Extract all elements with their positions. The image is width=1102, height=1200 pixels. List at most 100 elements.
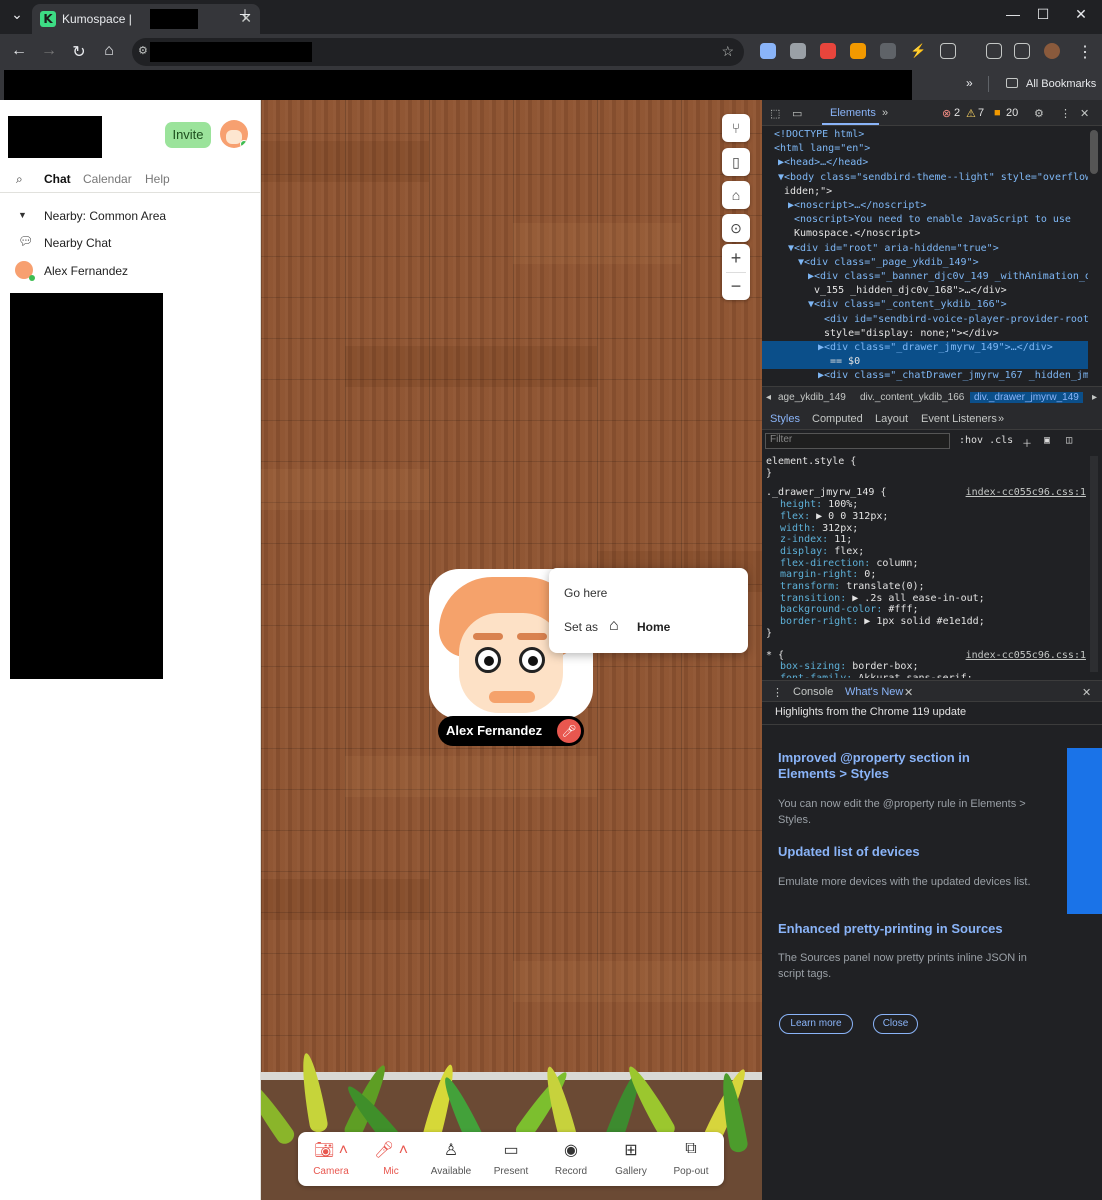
dom-node-line[interactable]: == $0 (762, 355, 1088, 370)
dom-node-line[interactable]: ▼<div class="_page_ykdib_149"> (762, 256, 1088, 270)
issue-count[interactable]: 20 (1006, 107, 1018, 119)
style-declaration[interactable]: flex: ▶ 0 0 312px; (766, 511, 1088, 523)
dom-scrollbar[interactable] (1090, 130, 1098, 174)
puzzle-icon[interactable] (940, 43, 956, 59)
device-toggle-icon[interactable]: ▭ (792, 107, 802, 120)
breadcrumb-item-selected[interactable]: div._drawer_jmyrw_149 (970, 392, 1083, 403)
issues-icon[interactable]: ■ (994, 107, 1001, 119)
whats-new-item-title[interactable]: Improved @property section in Elements >… (778, 750, 1018, 782)
style-declaration[interactable]: flex-direction: column; (766, 558, 1088, 570)
hov-cls-toggles[interactable]: :hov .cls (959, 435, 1013, 446)
dom-node-line[interactable]: ▼<div id="root" aria-hidden="true"> (762, 242, 1088, 256)
dom-node-line[interactable]: style="display: none;"></div> (762, 327, 1088, 341)
sidebar-toggle-icon[interactable]: ◫ (1066, 435, 1072, 446)
style-declaration[interactable]: box-sizing: border-box; (766, 661, 1088, 673)
address-bar[interactable]: ⚙ ☆ (132, 38, 744, 66)
forward-icon[interactable]: → (38, 42, 60, 60)
extension-icon[interactable] (760, 43, 776, 59)
present-button[interactable]: ▭ Present (481, 1132, 541, 1186)
back-icon[interactable]: ← (8, 42, 30, 60)
style-source-link[interactable]: index-cc055c96.css:1 (966, 487, 1086, 499)
more-options-icon[interactable]: ⋮ (1060, 107, 1071, 120)
caret-down-icon[interactable]: ▼ (18, 210, 27, 220)
user-avatar[interactable] (220, 120, 248, 148)
map-icon[interactable]: ▯ (722, 148, 750, 176)
style-declaration[interactable]: z-index: 11; (766, 534, 1088, 546)
style-declaration[interactable]: * {index-cc055c96.css:1 (766, 650, 1088, 662)
style-declaration[interactable]: transform: translate(0); (766, 581, 1088, 593)
close-window-icon[interactable]: ✕ (1066, 6, 1096, 23)
style-declaration[interactable]: margin-right: 0; (766, 569, 1088, 581)
style-declaration[interactable]: } (766, 628, 1088, 640)
learn-more-button[interactable]: Learn more (779, 1014, 853, 1034)
dom-node-line[interactable]: ▶<div class="_banner_djc0v_149 _withAnim… (762, 270, 1088, 284)
close-devtools-icon[interactable]: ✕ (1080, 107, 1089, 120)
style-declaration[interactable]: width: 312px; (766, 523, 1088, 535)
maximize-icon[interactable]: ☐ (1028, 6, 1058, 23)
dom-node-line[interactable]: ▼<body class="sendbird-theme--light" sty… (762, 171, 1088, 185)
dom-node-line[interactable]: Kumospace.</noscript> (762, 227, 1088, 241)
style-declaration[interactable]: display: flex; (766, 546, 1088, 558)
dom-node-line[interactable]: ▶<div class="_drawer_jmyrw_149">…</div> (762, 341, 1088, 355)
breadcrumb-item[interactable]: div._content_ykdib_166 (860, 392, 964, 403)
home-icon[interactable]: ⌂ (609, 617, 619, 635)
minimize-icon[interactable]: — (998, 6, 1028, 22)
dom-node-line[interactable]: ▼<div class="_content_ykdib_166"> (762, 298, 1088, 312)
more-tabs-icon[interactable]: » (882, 107, 888, 119)
styles-scrollbar[interactable] (1090, 456, 1098, 672)
tab-search-icon[interactable]: ⌄ (2, 6, 32, 23)
tab-elements[interactable]: Elements (830, 107, 876, 119)
style-source-link[interactable]: index-cc055c96.css:1 (966, 650, 1086, 662)
list-item-nearby-chat[interactable]: 💬︎ Nearby Chat (0, 232, 261, 254)
tab-chat[interactable]: Chat (44, 172, 71, 186)
gallery-button[interactable]: ⊞ Gallery (601, 1132, 661, 1186)
new-tab-icon[interactable]: ＋ (230, 5, 260, 25)
extension-icon[interactable] (790, 43, 806, 59)
tab-calendar[interactable]: Calendar (83, 172, 132, 186)
list-item-alex-fernandez[interactable]: Alex Fernandez (0, 260, 261, 282)
style-declaration[interactable]: font-family: Akkurat,sans-serif; (766, 673, 1088, 678)
tab-whats-new[interactable]: What's New (845, 686, 903, 698)
furniture-icon[interactable]: ⑂ (722, 114, 750, 142)
dom-node-line[interactable]: <!DOCTYPE html> (762, 128, 1088, 142)
style-declaration[interactable]: } (766, 468, 1088, 480)
style-declaration[interactable]: background-color: #fff; (766, 604, 1088, 616)
close-whats-new-icon[interactable]: ✕ (904, 686, 913, 699)
inspect-icon[interactable]: ⬚ (770, 107, 780, 120)
add-rule-icon[interactable]: ＋ (1022, 435, 1032, 450)
warning-count[interactable]: 7 (978, 107, 984, 119)
close-drawer-icon[interactable]: ✕ (1082, 686, 1091, 699)
side-panel-icon[interactable] (1014, 43, 1030, 59)
crumb-left-icon[interactable]: ◂ (766, 392, 771, 403)
search-icon[interactable]: ⌕ (16, 172, 23, 187)
tab-layout[interactable]: Layout (875, 413, 908, 425)
invite-button[interactable]: Invite (165, 122, 211, 148)
home-icon[interactable]: ⌂ (98, 42, 120, 60)
breadcrumb-item[interactable]: age_ykdib_149 (778, 392, 846, 403)
tab-help[interactable]: Help (145, 172, 170, 186)
crumb-right-icon[interactable]: ▸ (1092, 392, 1097, 403)
dom-tree[interactable]: <!DOCTYPE html> <html lang="en"> ▶<head>…<… (762, 126, 1088, 384)
styles-filter-input[interactable]: Filter (765, 433, 950, 449)
dom-node-line[interactable]: <html lang="en"> (762, 142, 1088, 156)
close-button[interactable]: Close (873, 1014, 918, 1034)
dom-node-line[interactable]: idden;"> (762, 185, 1088, 199)
warning-icon[interactable]: ⚠ (966, 107, 976, 120)
whats-new-item-title[interactable]: Updated list of devices (778, 844, 1018, 860)
whats-new-item-title[interactable]: Enhanced pretty-printing in Sources (778, 921, 1018, 937)
tab-console[interactable]: Console (793, 686, 833, 698)
menu-icon[interactable]: ⋮ (1074, 42, 1096, 62)
more-tabs-icon[interactable]: » (998, 413, 1004, 425)
zoom-in-icon[interactable]: + (722, 244, 750, 272)
site-info-icon[interactable]: ⚙ (138, 44, 148, 57)
reload-icon[interactable]: ↻ (68, 42, 90, 62)
space-map[interactable]: ⑂ ▯ ⌂ ⊙ + − Alex Fernandez 🎤︎ Go here Se… (261, 100, 762, 1200)
set-as-home-option[interactable]: Home (637, 620, 670, 634)
list-item-nearby-common-area[interactable]: ▼ Nearby: Common Area (0, 205, 261, 227)
mic-button[interactable]: 🎤︎ ˄ Mic (361, 1132, 421, 1186)
bookmark-star-icon[interactable]: ☆ (721, 43, 734, 60)
error-icon[interactable]: ⊗ (942, 107, 951, 120)
zoom-out-icon[interactable]: − (722, 272, 750, 300)
more-bookmarks-icon[interactable]: » (966, 76, 973, 90)
available-button[interactable]: ♙ Available (421, 1132, 481, 1186)
